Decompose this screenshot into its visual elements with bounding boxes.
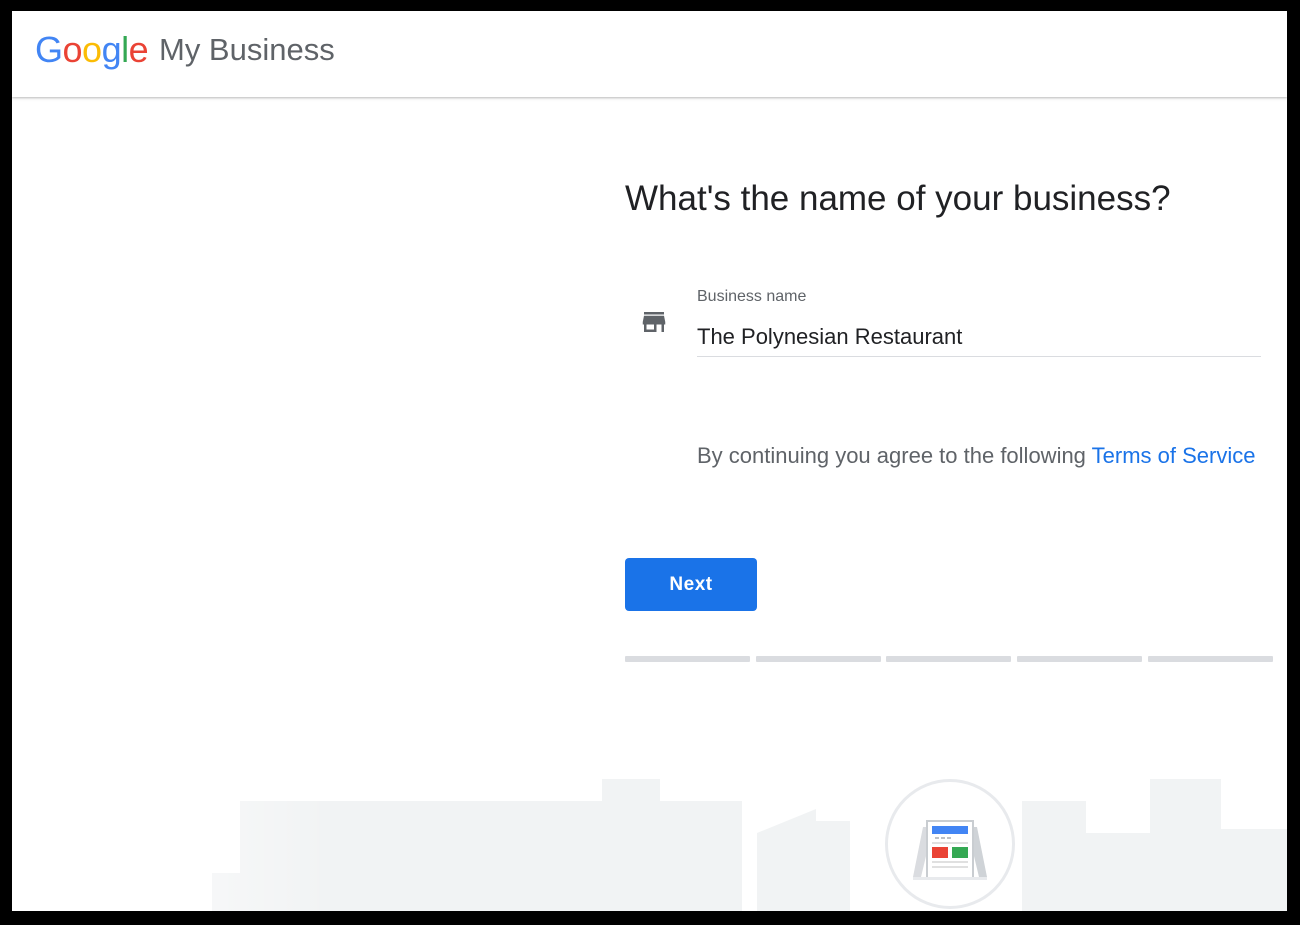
progress-step: [1017, 656, 1142, 662]
top-app-bar: Google My Business: [12, 11, 1287, 97]
business-name-label: Business name: [697, 288, 807, 305]
page-title: What's the name of your business?: [625, 179, 1171, 218]
app-window: Google My Business What's the name of yo…: [12, 11, 1287, 911]
sandwich-board-sign-icon: [885, 779, 1015, 909]
step-progress-bar: [625, 656, 1273, 662]
logo-letter: e: [128, 29, 149, 70]
terms-of-service-link[interactable]: Terms of Service: [1092, 443, 1256, 468]
terms-notice: By continuing you agree to the following…: [697, 439, 1257, 472]
logo-letter: g: [101, 29, 122, 70]
logo-letter: o: [82, 29, 102, 70]
progress-step: [886, 656, 1011, 662]
progress-step: [625, 656, 750, 662]
logo-letter: G: [35, 29, 63, 70]
progress-step: [756, 656, 881, 662]
google-logo[interactable]: Google: [35, 29, 149, 71]
storefront-icon: [639, 307, 669, 337]
business-name-input[interactable]: [697, 318, 1261, 357]
logo-letter: l: [121, 29, 129, 70]
logo-letter: o: [62, 29, 83, 70]
city-skyline-illustration: [12, 761, 1287, 911]
next-button[interactable]: Next: [625, 558, 757, 611]
product-name[interactable]: My Business: [159, 32, 335, 68]
progress-step: [1148, 656, 1273, 662]
terms-text: By continuing you agree to the following: [697, 443, 1092, 468]
